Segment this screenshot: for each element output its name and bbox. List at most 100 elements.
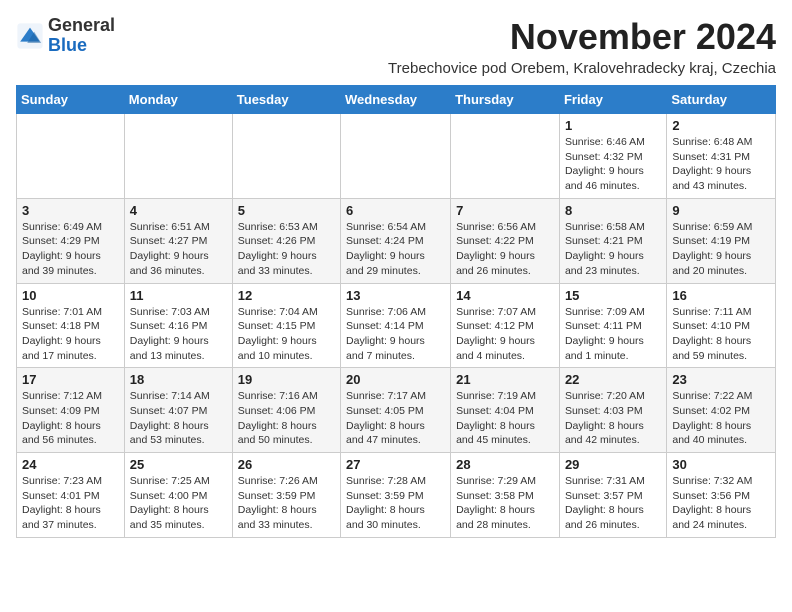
day-number: 18 [130, 372, 227, 387]
day-number: 21 [456, 372, 554, 387]
calendar-cell [341, 114, 451, 199]
weekday-header-wednesday: Wednesday [341, 86, 451, 114]
calendar-cell: 19 Sunrise: 7:16 AM Sunset: 4:06 PM Dayli… [232, 368, 340, 453]
day-number: 2 [672, 118, 770, 133]
day-number: 15 [565, 288, 661, 303]
calendar-cell: 23 Sunrise: 7:22 AM Sunset: 4:02 PM Dayli… [667, 368, 776, 453]
week-row-3: 10Sunrise: 7:01 AM Sunset: 4:18 PM Dayli… [17, 283, 776, 368]
calendar-cell: 18 Sunrise: 7:14 AM Sunset: 4:07 PM Dayli… [124, 368, 232, 453]
day-info: Sunrise: 6:54 AM Sunset: 4:24 PM Dayligh… [346, 220, 445, 279]
day-info: Sunrise: 7:09 AM Sunset: 4:11 PM Dayligh… [565, 305, 661, 364]
calendar-cell: 13 Sunrise: 7:06 AM Sunset: 4:14 PM Dayli… [341, 283, 451, 368]
calendar-cell: 16Sunrise: 7:11 AM Sunset: 4:10 PM Dayli… [667, 283, 776, 368]
day-info: Sunrise: 6:59 AM Sunset: 4:19 PM Dayligh… [672, 220, 770, 279]
weekday-header-thursday: Thursday [451, 86, 560, 114]
day-info: Sunrise: 7:07 AM Sunset: 4:12 PM Dayligh… [456, 305, 554, 364]
day-info: Sunrise: 6:53 AM Sunset: 4:26 PM Dayligh… [238, 220, 335, 279]
calendar-cell: 4 Sunrise: 6:51 AM Sunset: 4:27 PM Daylig… [124, 198, 232, 283]
week-row-5: 24 Sunrise: 7:23 AM Sunset: 4:01 PM Dayli… [17, 453, 776, 538]
calendar-cell: 14 Sunrise: 7:07 AM Sunset: 4:12 PM Dayli… [451, 283, 560, 368]
day-number: 17 [22, 372, 119, 387]
week-row-4: 17 Sunrise: 7:12 AM Sunset: 4:09 PM Dayli… [17, 368, 776, 453]
logo-blue-text: Blue [48, 35, 87, 55]
day-number: 8 [565, 203, 661, 218]
day-number: 20 [346, 372, 445, 387]
day-info: Sunrise: 7:17 AM Sunset: 4:05 PM Dayligh… [346, 389, 445, 448]
day-info: Sunrise: 6:46 AM Sunset: 4:32 PM Dayligh… [565, 135, 661, 194]
day-info: Sunrise: 7:14 AM Sunset: 4:07 PM Dayligh… [130, 389, 227, 448]
day-info: Sunrise: 7:04 AM Sunset: 4:15 PM Dayligh… [238, 305, 335, 364]
day-number: 29 [565, 457, 661, 472]
calendar-cell [124, 114, 232, 199]
calendar-cell: 11Sunrise: 7:03 AM Sunset: 4:16 PM Dayli… [124, 283, 232, 368]
calendar-cell: 12 Sunrise: 7:04 AM Sunset: 4:15 PM Dayli… [232, 283, 340, 368]
day-number: 26 [238, 457, 335, 472]
day-info: Sunrise: 7:26 AM Sunset: 3:59 PM Dayligh… [238, 474, 335, 533]
calendar-cell: 10Sunrise: 7:01 AM Sunset: 4:18 PM Dayli… [17, 283, 125, 368]
calendar-cell [232, 114, 340, 199]
logo: General Blue [16, 16, 115, 56]
logo-general-text: General [48, 15, 115, 35]
weekday-header-row: SundayMondayTuesdayWednesdayThursdayFrid… [17, 86, 776, 114]
weekday-header-friday: Friday [559, 86, 666, 114]
header: General Blue November 2024 Trebechovice … [16, 16, 776, 77]
day-info: Sunrise: 7:20 AM Sunset: 4:03 PM Dayligh… [565, 389, 661, 448]
month-title: November 2024 [388, 16, 776, 58]
day-number: 7 [456, 203, 554, 218]
day-number: 30 [672, 457, 770, 472]
day-info: Sunrise: 6:58 AM Sunset: 4:21 PM Dayligh… [565, 220, 661, 279]
day-number: 10 [22, 288, 119, 303]
day-info: Sunrise: 7:06 AM Sunset: 4:14 PM Dayligh… [346, 305, 445, 364]
day-number: 23 [672, 372, 770, 387]
weekday-header-monday: Monday [124, 86, 232, 114]
day-info: Sunrise: 7:12 AM Sunset: 4:09 PM Dayligh… [22, 389, 119, 448]
day-info: Sunrise: 7:28 AM Sunset: 3:59 PM Dayligh… [346, 474, 445, 533]
calendar-cell: 21Sunrise: 7:19 AM Sunset: 4:04 PM Dayli… [451, 368, 560, 453]
calendar-cell: 29Sunrise: 7:31 AM Sunset: 3:57 PM Dayli… [559, 453, 666, 538]
calendar-cell: 20 Sunrise: 7:17 AM Sunset: 4:05 PM Dayli… [341, 368, 451, 453]
day-info: Sunrise: 6:51 AM Sunset: 4:27 PM Dayligh… [130, 220, 227, 279]
week-row-2: 3Sunrise: 6:49 AM Sunset: 4:29 PM Daylig… [17, 198, 776, 283]
calendar-cell: 17 Sunrise: 7:12 AM Sunset: 4:09 PM Dayli… [17, 368, 125, 453]
weekday-header-sunday: Sunday [17, 86, 125, 114]
day-number: 25 [130, 457, 227, 472]
day-info: Sunrise: 7:11 AM Sunset: 4:10 PM Dayligh… [672, 305, 770, 364]
day-number: 3 [22, 203, 119, 218]
calendar-cell: 15 Sunrise: 7:09 AM Sunset: 4:11 PM Dayli… [559, 283, 666, 368]
day-number: 14 [456, 288, 554, 303]
weekday-header-saturday: Saturday [667, 86, 776, 114]
logo-icon [16, 22, 44, 50]
day-number: 24 [22, 457, 119, 472]
calendar-cell: 30 Sunrise: 7:32 AM Sunset: 3:56 PM Dayli… [667, 453, 776, 538]
calendar-cell: 27 Sunrise: 7:28 AM Sunset: 3:59 PM Dayli… [341, 453, 451, 538]
day-info: Sunrise: 6:56 AM Sunset: 4:22 PM Dayligh… [456, 220, 554, 279]
calendar-cell: 9Sunrise: 6:59 AM Sunset: 4:19 PM Daylig… [667, 198, 776, 283]
day-number: 13 [346, 288, 445, 303]
day-info: Sunrise: 6:48 AM Sunset: 4:31 PM Dayligh… [672, 135, 770, 194]
day-number: 4 [130, 203, 227, 218]
day-number: 11 [130, 288, 227, 303]
day-info: Sunrise: 7:23 AM Sunset: 4:01 PM Dayligh… [22, 474, 119, 533]
calendar-cell [451, 114, 560, 199]
day-number: 1 [565, 118, 661, 133]
day-info: Sunrise: 7:32 AM Sunset: 3:56 PM Dayligh… [672, 474, 770, 533]
day-info: Sunrise: 7:16 AM Sunset: 4:06 PM Dayligh… [238, 389, 335, 448]
title-block: November 2024 Trebechovice pod Orebem, K… [388, 16, 776, 77]
calendar-cell [17, 114, 125, 199]
calendar-cell: 25Sunrise: 7:25 AM Sunset: 4:00 PM Dayli… [124, 453, 232, 538]
calendar-cell: 7 Sunrise: 6:56 AM Sunset: 4:22 PM Daylig… [451, 198, 560, 283]
calendar-cell: 3Sunrise: 6:49 AM Sunset: 4:29 PM Daylig… [17, 198, 125, 283]
calendar-cell: 5 Sunrise: 6:53 AM Sunset: 4:26 PM Daylig… [232, 198, 340, 283]
calendar-cell: 8 Sunrise: 6:58 AM Sunset: 4:21 PM Daylig… [559, 198, 666, 283]
day-number: 5 [238, 203, 335, 218]
day-info: Sunrise: 7:22 AM Sunset: 4:02 PM Dayligh… [672, 389, 770, 448]
calendar-cell: 2 Sunrise: 6:48 AM Sunset: 4:31 PM Daylig… [667, 114, 776, 199]
day-number: 19 [238, 372, 335, 387]
calendar-cell: 6 Sunrise: 6:54 AM Sunset: 4:24 PM Daylig… [341, 198, 451, 283]
day-number: 12 [238, 288, 335, 303]
week-row-1: 1 Sunrise: 6:46 AM Sunset: 4:32 PM Daylig… [17, 114, 776, 199]
day-info: Sunrise: 7:29 AM Sunset: 3:58 PM Dayligh… [456, 474, 554, 533]
day-number: 27 [346, 457, 445, 472]
calendar-cell: 26 Sunrise: 7:26 AM Sunset: 3:59 PM Dayli… [232, 453, 340, 538]
day-number: 6 [346, 203, 445, 218]
